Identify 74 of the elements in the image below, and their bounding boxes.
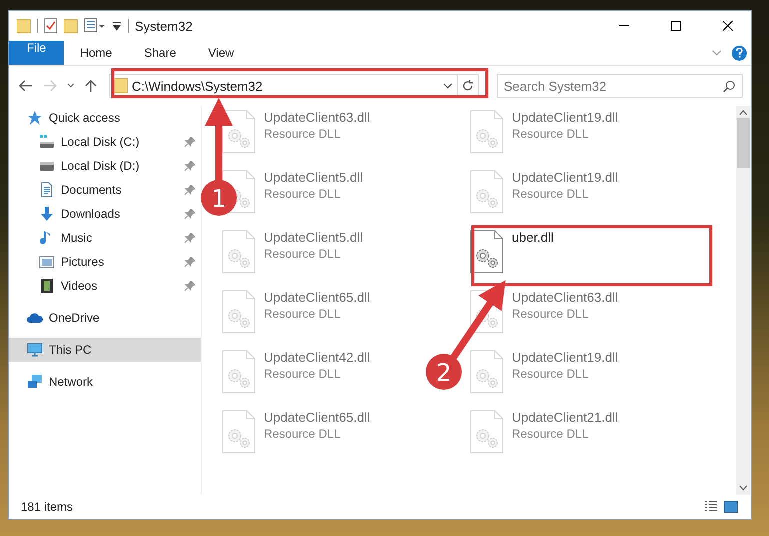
file-name[interactable]: UpdateClient5.dll <box>264 170 364 185</box>
large-icons-view-button[interactable] <box>723 500 739 514</box>
step-badge <box>201 180 237 216</box>
help-icon[interactable] <box>732 46 747 60</box>
file-name[interactable]: uber.dll <box>512 230 554 245</box>
file-type: Resource DLL <box>264 427 342 441</box>
details-view-button[interactable] <box>703 500 719 514</box>
file-name[interactable]: UpdateClient63.dll <box>264 110 370 125</box>
search-field[interactable]: Search System32 <box>497 74 743 98</box>
sidebar-item[interactable]: Downloads <box>9 202 201 226</box>
minimize-icon <box>619 25 629 27</box>
scrollbar-thumb[interactable] <box>737 118 750 168</box>
file-type: Resource DLL <box>264 187 342 201</box>
maximize-icon <box>671 21 681 31</box>
address-field[interactable]: C:\Windows\System32 <box>109 74 479 98</box>
scroll-down-icon[interactable] <box>739 485 748 491</box>
videos-icon <box>39 278 55 294</box>
back-button[interactable] <box>17 78 35 94</box>
view-menu-icon[interactable] <box>84 18 106 34</box>
file-name[interactable]: UpdateClient42.dll <box>264 350 370 365</box>
sidebar-item[interactable]: Music <box>9 226 201 250</box>
file-type: Resource DLL <box>512 427 590 441</box>
pc-icon <box>27 342 43 358</box>
close-icon <box>723 21 733 31</box>
sidebar-item[interactable]: Videos <box>9 274 201 298</box>
sidebar-item[interactable]: OneDrive <box>9 306 201 330</box>
file-type: Resource DLL <box>264 247 342 261</box>
item-count: 181 items <box>21 500 74 514</box>
sidebar-item[interactable]: Local Disk (C:) <box>9 130 201 154</box>
scroll-up-icon[interactable] <box>739 110 748 116</box>
step-number: 2 <box>436 359 452 387</box>
step-badge <box>426 354 462 390</box>
document-icon <box>39 182 55 198</box>
file-type: Resource DLL <box>264 127 342 141</box>
ribbon-tab[interactable]: Share <box>128 41 192 65</box>
chevron-down-icon <box>67 83 75 89</box>
sidebar-item[interactable]: Documents <box>9 178 201 202</box>
file-name[interactable]: UpdateClient63.dll <box>512 290 618 305</box>
pictures-icon <box>39 254 55 270</box>
file-name[interactable]: UpdateClient21.dll <box>512 410 618 425</box>
file-type: Resource DLL <box>512 187 590 201</box>
download-icon <box>39 206 55 222</box>
gear-file-icon[interactable] <box>470 230 504 274</box>
file-type: Resource DLL <box>512 367 590 381</box>
file-type: Resource DLL <box>264 367 342 381</box>
step-number: 1 <box>211 185 227 213</box>
ribbon-tab[interactable]: View <box>192 41 250 65</box>
chevron-down-icon[interactable] <box>712 50 722 56</box>
file-type: Resource DLL <box>512 127 590 141</box>
file-type: Resource DLL <box>264 307 342 321</box>
sidebar-item[interactable]: This PC <box>9 338 201 362</box>
sidebar-item[interactable]: Local Disk (D:) <box>9 154 201 178</box>
sidebar-item[interactable]: Pictures <box>9 250 201 274</box>
ribbon-tab[interactable]: File <box>9 41 64 65</box>
sidebar-item[interactable]: Network <box>9 370 201 394</box>
file-name[interactable]: UpdateClient19.dll <box>512 110 618 125</box>
file-name[interactable]: UpdateClient19.dll <box>512 350 618 365</box>
folder-icon <box>114 78 128 94</box>
file-name[interactable]: UpdateClient5.dll <box>264 230 364 245</box>
ribbon-tab[interactable]: Home <box>64 41 128 65</box>
caret-icon[interactable] <box>112 21 122 31</box>
file-name[interactable]: UpdateClient19.dll <box>512 170 618 185</box>
file-type: Resource DLL <box>512 307 590 321</box>
file-name[interactable]: UpdateClient65.dll <box>264 410 370 425</box>
drive-c-icon <box>39 134 55 150</box>
properties-icon[interactable] <box>44 18 58 34</box>
search-icon[interactable] <box>723 80 736 93</box>
window-title: System32 <box>135 18 193 34</box>
scrollbar[interactable] <box>736 106 751 495</box>
chevron-down-icon <box>443 83 453 89</box>
file-name[interactable]: UpdateClient65.dll <box>264 290 370 305</box>
sidebar-item[interactable]: Quick access <box>9 106 201 130</box>
star-icon <box>27 110 43 126</box>
network-icon <box>27 374 43 390</box>
